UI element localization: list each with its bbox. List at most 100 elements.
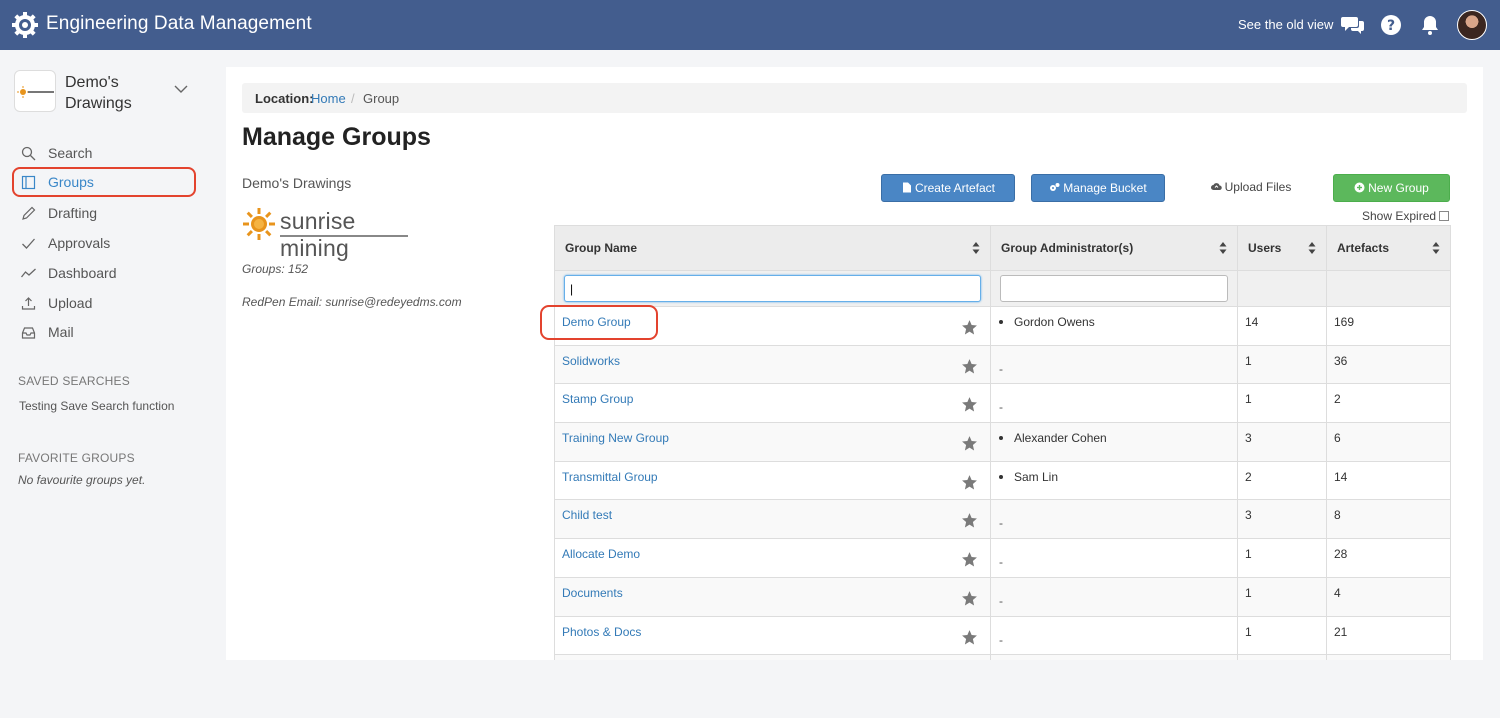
demo-group-highlight [540, 305, 658, 340]
cogs-icon [1050, 183, 1060, 191]
help-icon[interactable]: ? [1379, 13, 1403, 37]
star-icon[interactable] [961, 396, 978, 413]
chat-icon[interactable] [1341, 13, 1365, 37]
star-icon[interactable] [961, 512, 978, 529]
upload-files-button[interactable]: Upload Files [1196, 174, 1306, 202]
nav-item-approvals[interactable]: Approvals [12, 228, 196, 258]
users-cell [1237, 654, 1327, 660]
company-logo: sunrise mining [242, 205, 412, 261]
column-header-users[interactable]: Users [1237, 225, 1327, 271]
nav-item-upload[interactable]: Upload [12, 288, 196, 318]
group-name-link[interactable]: Training New Group [562, 431, 669, 445]
administrator-cell: - [990, 538, 1238, 578]
users-cell: 1 [1237, 615, 1327, 656]
create-artefact-label: Create Artefact [914, 181, 996, 195]
nav-label: Drafting [48, 205, 98, 221]
administrator-cell: Gordon Owens [990, 306, 1238, 346]
artefacts-cell: 14 [1326, 460, 1451, 501]
users-cell: 1 [1237, 344, 1327, 385]
users-cell: 1 [1237, 538, 1327, 578]
column-header-group-administrators[interactable]: Group Administrator(s) [990, 225, 1238, 271]
administrator-name: - [999, 516, 1003, 531]
project-logo[interactable] [14, 70, 56, 112]
group-name-cell: Allocate Demo [554, 538, 991, 578]
manage-bucket-button[interactable]: Manage Bucket [1031, 174, 1165, 202]
nav-item-dashboard[interactable]: Dashboard [12, 258, 196, 288]
table-row[interactable]: Child test - 3 8 [554, 499, 1451, 540]
administrator-cell: - [990, 615, 1238, 656]
groups-table: Group Name Group Administrator(s) Users … [554, 225, 1451, 660]
show-expired-toggle[interactable]: Show Expired [1362, 209, 1450, 223]
group-name-link[interactable]: Transmittal Group [562, 470, 658, 484]
column-header-artefacts[interactable]: Artefacts [1326, 225, 1451, 271]
administrator-name: - [999, 555, 1003, 570]
bullet-icon [999, 320, 1003, 324]
group-name-cell: Stamp Group [554, 383, 991, 424]
group-name-link[interactable]: Allocate Demo [562, 547, 640, 561]
create-artefact-button[interactable]: Create Artefact [881, 174, 1015, 202]
breadcrumb-home-link[interactable]: Home [311, 91, 346, 106]
table-row[interactable]: Training New Group Alexander Cohen 3 6 [554, 422, 1451, 462]
group-name-link[interactable]: Documents [562, 586, 623, 600]
chevron-down-icon[interactable] [174, 84, 188, 94]
administrator-cell: - [990, 383, 1238, 424]
star-icon[interactable] [961, 590, 978, 607]
star-icon[interactable] [961, 474, 978, 491]
search-icon [21, 146, 36, 161]
star-icon[interactable] [961, 629, 978, 646]
sunrise-logo-icon [17, 86, 54, 98]
logo-underline [280, 235, 408, 237]
trend-line-icon [21, 268, 36, 278]
nav-item-groups[interactable]: Groups [12, 167, 196, 197]
nav-item-mail[interactable]: Mail [12, 317, 196, 347]
column-header-group-name[interactable]: Group Name [554, 225, 991, 271]
cloud-upload-icon [1210, 183, 1222, 190]
show-expired-checkbox[interactable] [1439, 211, 1450, 221]
gear-logo-icon[interactable] [12, 12, 38, 38]
group-name-cell: Documents [554, 576, 991, 617]
star-icon[interactable] [961, 319, 978, 336]
nav-item-search[interactable]: Search [12, 138, 196, 168]
new-group-button[interactable]: New Group [1333, 174, 1450, 202]
nav-label: Approvals [48, 235, 111, 251]
group-name-cell [554, 654, 991, 660]
group-name-filter-input[interactable] [564, 275, 981, 302]
group-name-link[interactable]: Child test [562, 508, 612, 522]
saved-search-item[interactable]: Testing Save Search function [19, 399, 174, 413]
breadcrumb-location-label: Location: [255, 91, 314, 106]
table-row[interactable]: Solidworks - 1 36 [554, 344, 1451, 385]
table-row[interactable]: Allocate Demo - 1 28 [554, 538, 1451, 578]
group-name-link[interactable]: Stamp Group [562, 392, 633, 406]
star-icon[interactable] [961, 551, 978, 568]
star-icon[interactable] [961, 358, 978, 375]
filter-row [554, 270, 1451, 307]
artefacts-cell: 4 [1326, 576, 1451, 617]
administrator-filter-input[interactable] [1000, 275, 1228, 302]
upload-files-label: Upload Files [1224, 180, 1292, 194]
user-avatar[interactable] [1457, 10, 1487, 40]
table-row[interactable]: Transmittal Group Sam Lin 2 14 [554, 460, 1451, 501]
sort-icon [1432, 242, 1440, 254]
groups-count: Groups: 152 [242, 262, 309, 276]
old-view-link[interactable]: See the old view [1238, 17, 1333, 32]
star-icon[interactable] [961, 435, 978, 452]
nav-item-drafting[interactable]: Drafting [12, 198, 196, 228]
table-row[interactable]: Stamp Group - 1 2 [554, 383, 1451, 424]
administrator-name: Alexander Cohen [1014, 431, 1107, 446]
table-row[interactable] [554, 654, 1451, 660]
administrator-cell: - [990, 576, 1238, 617]
group-name-link[interactable]: Photos & Docs [562, 625, 641, 639]
app-title: Engineering Data Management [46, 13, 312, 34]
administrator-cell: - [990, 344, 1238, 385]
checkmark-icon [22, 238, 35, 249]
table-row[interactable]: Demo Group Gordon Owens 14 169 [554, 306, 1451, 346]
upload-icon [21, 297, 36, 310]
filter-cell [554, 270, 991, 307]
administrator-name: - [999, 632, 1003, 647]
table-row[interactable]: Photos & Docs - 1 21 [554, 615, 1451, 656]
group-name-link[interactable]: Solidworks [562, 354, 620, 368]
bell-icon[interactable] [1418, 13, 1442, 37]
table-row[interactable]: Documents - 1 4 [554, 576, 1451, 617]
project-name[interactable]: Demo's Drawings [65, 72, 175, 114]
new-group-label: New Group [1368, 181, 1429, 195]
